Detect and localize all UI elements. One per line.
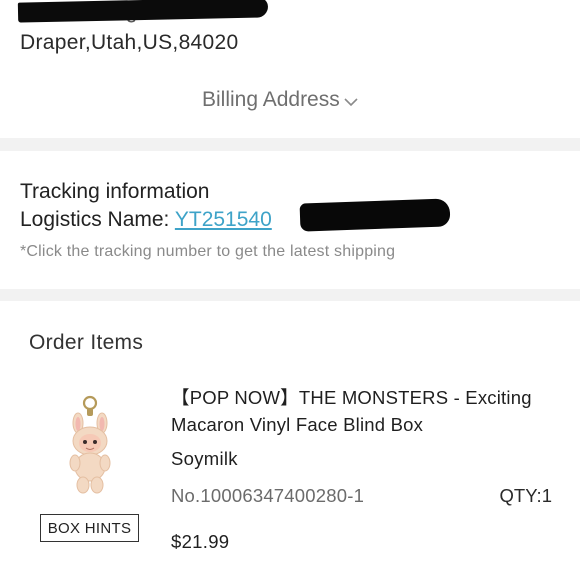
chevron-down-icon bbox=[344, 89, 358, 113]
product-quantity: QTY:1 bbox=[499, 485, 552, 506]
order-items-title: Order Items bbox=[29, 331, 144, 354]
redaction-mark bbox=[17, 0, 269, 23]
product-image[interactable] bbox=[58, 393, 122, 495]
address-section: 7696 Cottagestone Ct Draper,Utah,US,8402… bbox=[0, 0, 580, 138]
tracking-title: Tracking information bbox=[20, 180, 210, 203]
billing-address-label: Billing Address bbox=[202, 88, 340, 111]
section-divider bbox=[0, 289, 580, 301]
logistics-label: Logistics Name: bbox=[20, 208, 175, 231]
logistics-name: Logistics Name: YT251540 bbox=[20, 208, 272, 232]
product-variant: Soymilk bbox=[171, 448, 238, 469]
redaction-mark bbox=[299, 198, 451, 232]
billing-address-toggle[interactable]: Billing Address bbox=[202, 87, 358, 113]
tracking-number-link[interactable]: YT251540 bbox=[175, 208, 272, 231]
product-name[interactable]: 【POP NOW】THE MONSTERS - Exciting Macaron… bbox=[171, 384, 566, 438]
address-line-2: Draper,Utah,US,84020 bbox=[20, 31, 239, 54]
product-sku: No.10006347400280-1 bbox=[171, 485, 365, 506]
tracking-hint: *Click the tracking number to get the la… bbox=[20, 243, 396, 260]
product-price: $21.99 bbox=[171, 531, 230, 552]
box-hints-button[interactable]: BOX HINTS bbox=[40, 514, 139, 542]
section-divider bbox=[0, 138, 580, 151]
